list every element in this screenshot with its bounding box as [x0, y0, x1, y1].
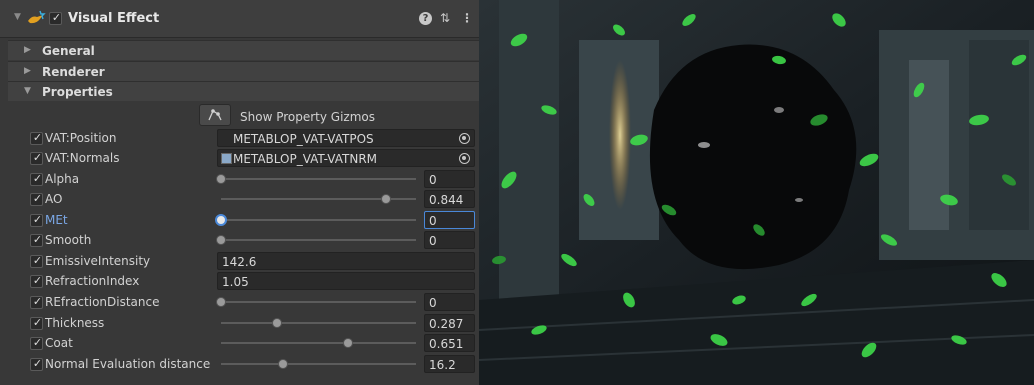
value-field[interactable]: 0.651 — [424, 334, 475, 352]
slider-thumb[interactable] — [278, 359, 289, 369]
slider-thumb[interactable] — [380, 194, 391, 204]
gizmo-icon — [208, 109, 222, 121]
value-field[interactable]: 0 — [424, 231, 475, 249]
component-header[interactable]: ▼ ✓ Visual Effect ? ⇅ ⋮ — [0, 0, 479, 38]
property-label: VAT:Position — [45, 131, 117, 145]
foldout-arrow-icon[interactable]: ▼ — [14, 12, 21, 22]
property-refraction-distance: ✓ REfractionDistance 0 — [28, 292, 475, 312]
slider-track[interactable] — [221, 239, 416, 241]
scene-view[interactable] — [479, 0, 1034, 385]
value-field[interactable]: 0 — [424, 170, 475, 188]
property-checkbox[interactable]: ✓ — [30, 172, 43, 186]
property-checkbox[interactable]: ✓ — [30, 233, 43, 247]
section-label: General — [42, 44, 95, 58]
property-label: Coat — [45, 336, 73, 350]
slider-thumb[interactable] — [216, 235, 226, 245]
preset-icon[interactable]: ⇅ — [440, 12, 450, 25]
scene-render — [479, 0, 1034, 385]
property-label: Thickness — [45, 316, 105, 330]
property-checkbox[interactable]: ✓ — [30, 254, 43, 268]
show-gizmos-label: Show Property Gizmos — [240, 110, 375, 124]
value-field[interactable]: 16.2 — [424, 355, 475, 373]
texture-name: METABLOP_VAT-VATPOS — [233, 132, 374, 146]
texture-field[interactable]: METABLOP_VAT-VATNRM — [217, 149, 475, 167]
property-coat: ✓ Coat 0.651 — [28, 333, 475, 353]
show-gizmos-button[interactable] — [199, 104, 231, 126]
slider-track[interactable] — [221, 178, 416, 180]
property-checkbox[interactable]: ✓ — [30, 295, 43, 309]
property-ao: ✓ AO 0.844 — [28, 189, 475, 209]
collapsed-arrow-icon: ▶ — [24, 45, 31, 55]
property-checkbox[interactable]: ✓ — [30, 213, 43, 227]
expanded-arrow-icon: ▼ — [24, 86, 31, 96]
property-label: EmissiveIntensity — [45, 254, 151, 268]
slider-track[interactable] — [221, 363, 416, 365]
slider-thumb[interactable] — [271, 318, 282, 328]
property-label: RefractionIndex — [45, 274, 140, 288]
slider-thumb[interactable] — [342, 338, 353, 348]
property-label: REfractionDistance — [45, 295, 160, 309]
component-enabled-checkbox[interactable]: ✓ — [49, 11, 62, 25]
property-normal-evaluation-distance: ✓ Normal Evaluation distance 16.2 — [28, 354, 475, 374]
property-smooth: ✓ Smooth 0 — [28, 230, 475, 250]
collapsed-arrow-icon: ▶ — [24, 66, 31, 76]
slider-thumb[interactable] — [216, 174, 226, 184]
property-vat-normals: ✓ VAT:Normals METABLOP_VAT-VATNRM — [28, 148, 475, 168]
slider-thumb[interactable] — [216, 297, 226, 307]
menu-icon[interactable]: ⋮ — [461, 12, 473, 25]
property-vat-position: ✓ VAT:Position METABLOP_VAT-VATPOS — [28, 128, 475, 148]
slider-track[interactable] — [221, 342, 416, 344]
value-field[interactable]: 1.05 — [217, 272, 475, 290]
property-label: Smooth — [45, 233, 92, 247]
texture-thumbnail-icon — [221, 153, 232, 164]
object-picker-icon[interactable] — [459, 133, 470, 144]
property-label: Normal Evaluation distance — [45, 357, 211, 371]
property-checkbox[interactable]: ✓ — [30, 357, 43, 371]
slider-track[interactable] — [221, 219, 416, 221]
object-picker-icon[interactable] — [459, 153, 470, 164]
property-label: Alpha — [45, 172, 80, 186]
property-checkbox[interactable]: ✓ — [30, 274, 43, 288]
section-general[interactable]: ▶ General — [8, 40, 479, 60]
property-label: VAT:Normals — [45, 151, 120, 165]
value-field[interactable]: 0 — [424, 293, 475, 311]
property-checkbox[interactable]: ✓ — [30, 192, 43, 206]
property-alpha: ✓ Alpha 0 — [28, 169, 475, 189]
slider-thumb[interactable] — [215, 214, 227, 226]
property-checkbox[interactable]: ✓ — [30, 131, 43, 145]
property-checkbox[interactable]: ✓ — [30, 316, 43, 330]
property-checkbox[interactable]: ✓ — [30, 151, 43, 165]
value-field[interactable]: 0.287 — [424, 314, 475, 332]
inspector-panel: ▼ ✓ Visual Effect ? ⇅ ⋮ ▶ General ▶ Rend… — [0, 0, 479, 385]
texture-name: METABLOP_VAT-VATNRM — [233, 152, 378, 166]
section-renderer[interactable]: ▶ Renderer — [8, 61, 479, 81]
section-properties[interactable]: ▼ Properties — [8, 81, 479, 101]
property-emissive-intensity: ✓ EmissiveIntensity 142.6 — [28, 251, 475, 271]
value-field[interactable]: 142.6 — [217, 252, 475, 270]
property-refraction-index: ✓ RefractionIndex 1.05 — [28, 271, 475, 291]
help-icon[interactable]: ? — [419, 12, 432, 25]
property-checkbox[interactable]: ✓ — [30, 336, 43, 350]
slider-track[interactable] — [221, 301, 416, 303]
component-title: Visual Effect — [68, 11, 160, 26]
property-label: AO — [45, 192, 63, 206]
visual-effect-icon — [28, 10, 46, 24]
property-thickness: ✓ Thickness 0.287 — [28, 313, 475, 333]
value-field[interactable]: 0 — [424, 211, 475, 229]
texture-field[interactable]: METABLOP_VAT-VATPOS — [217, 129, 475, 147]
section-label: Renderer — [42, 65, 105, 79]
value-field[interactable]: 0.844 — [424, 190, 475, 208]
property-met: ✓ MEt 0 — [28, 210, 475, 230]
property-label: MEt — [45, 213, 68, 227]
slider-track[interactable] — [221, 322, 416, 324]
section-label: Properties — [42, 85, 113, 99]
